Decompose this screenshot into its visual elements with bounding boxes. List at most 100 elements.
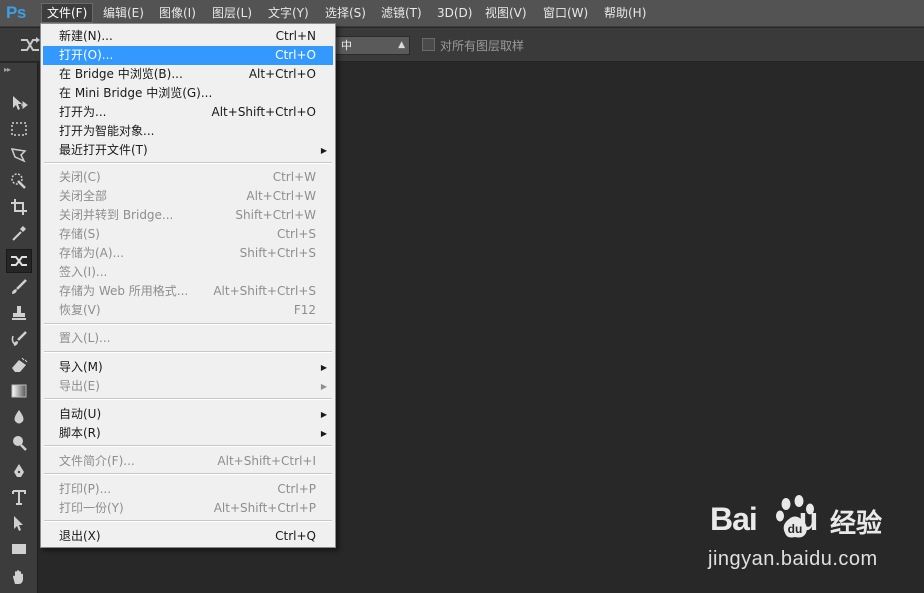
menu-image[interactable]: 图像(I)	[154, 3, 201, 23]
menu-item-open-as[interactable]: 打开为... Alt+Shift+Ctrl+O	[43, 103, 333, 122]
menu-item-new[interactable]: 新建(N)... Ctrl+N	[43, 27, 333, 46]
menu-item-open-smart-object[interactable]: 打开为智能对象...	[43, 122, 333, 141]
type-tool[interactable]	[6, 485, 32, 509]
menu-item-save-as[interactable]: 存储为(A)... Shift+Ctrl+S	[43, 244, 333, 263]
dodge-tool[interactable]	[6, 431, 32, 455]
menu-item-label: 签入(I)...	[59, 265, 108, 279]
menu-item-label: 关闭(C)	[59, 170, 101, 184]
menu-item-save-for-web[interactable]: 存储为 Web 所用格式... Alt+Shift+Ctrl+S	[43, 282, 333, 301]
menu-item-import[interactable]: 导入(M) ▶	[43, 358, 333, 377]
hand-tool[interactable]	[6, 565, 32, 589]
menu-item-shortcut: Alt+Ctrl+W	[246, 189, 316, 203]
marquee-tool[interactable]	[6, 117, 32, 141]
menu-edit[interactable]: 编辑(E)	[98, 3, 149, 23]
menu-view[interactable]: 视图(V)	[480, 3, 532, 23]
menu-separator	[44, 398, 332, 400]
menu-item-scripts[interactable]: 脚本(R) ▶	[43, 424, 333, 443]
menu-item-shortcut: Ctrl+O	[275, 48, 316, 62]
eyedropper-tool[interactable]	[6, 221, 32, 245]
menu-item-close-all[interactable]: 关闭全部 Alt+Ctrl+W	[43, 187, 333, 206]
pen-tool[interactable]	[6, 459, 32, 483]
menu-item-label: 打印(P)...	[59, 482, 112, 496]
panel-collapse-icon[interactable]: ▸▸	[4, 65, 11, 74]
menu-item-label: 置入(L)...	[59, 331, 111, 345]
menu-item-check-in[interactable]: 签入(I)...	[43, 263, 333, 282]
menu-item-shortcut: Alt+Shift+Ctrl+P	[213, 501, 316, 515]
menu-filter[interactable]: 滤镜(T)	[376, 3, 427, 23]
sample-all-layers-label: 对所有图层取样	[440, 39, 525, 53]
submenu-arrow-icon: ▶	[320, 363, 327, 372]
watermark-brand-left: Bai	[710, 501, 758, 537]
crop-tool[interactable]	[6, 195, 32, 219]
menu-select[interactable]: 选择(S)	[320, 3, 371, 23]
hand-icon	[13, 570, 23, 584]
menu-item-revert[interactable]: 恢复(V) F12	[43, 301, 333, 320]
path-selection-tool[interactable]	[6, 511, 32, 535]
sample-all-layers-checkbox[interactable]	[422, 38, 435, 51]
menu-item-label: 自动(U)	[59, 407, 102, 421]
lasso-tool[interactable]	[6, 143, 32, 167]
menu-item-close[interactable]: 关闭(C) Ctrl+W	[43, 168, 333, 187]
menu-item-shortcut: Ctrl+P	[277, 482, 316, 496]
eraser-tool[interactable]	[6, 353, 32, 377]
menu-item-shortcut: Alt+Shift+Ctrl+S	[213, 284, 316, 298]
mode-select[interactable]: 中 ▲	[334, 36, 410, 55]
shape-tool[interactable]	[6, 537, 32, 561]
menu-item-label: 关闭并转到 Bridge...	[59, 208, 174, 222]
brush-tool[interactable]	[6, 275, 32, 299]
menu-item-automate[interactable]: 自动(U) ▶	[43, 405, 333, 424]
menu-item-label: 打开为...	[59, 105, 107, 119]
quick-selection-tool[interactable]	[6, 169, 32, 193]
eyedropper-icon	[12, 226, 26, 241]
menu-item-open-recent[interactable]: 最近打开文件(T) ▶	[43, 141, 333, 160]
quick-selection-icon	[11, 173, 26, 189]
clone-stamp-tool[interactable]	[6, 301, 32, 325]
move-tool[interactable]	[6, 91, 32, 115]
menu-item-label: 脚本(R)	[59, 426, 101, 440]
menu-item-shortcut: Ctrl+N	[275, 29, 316, 43]
menu-window[interactable]: 窗口(W)	[538, 3, 593, 23]
type-icon	[12, 490, 26, 505]
menu-separator	[44, 520, 332, 522]
menu-separator	[44, 323, 332, 325]
menu-file[interactable]: 文件(F)	[41, 3, 94, 23]
menu-item-print[interactable]: 打印(P)... Ctrl+P	[43, 480, 333, 499]
menu-item-shortcut: Alt+Ctrl+O	[248, 67, 316, 81]
menu-3d[interactable]: 3D(D)	[432, 3, 477, 23]
crop-icon	[11, 199, 27, 215]
blur-tool[interactable]	[6, 405, 32, 429]
menu-layer[interactable]: 图层(L)	[207, 3, 257, 23]
clone-stamp-icon	[12, 306, 26, 320]
menu-item-browse-bridge[interactable]: 在 Bridge 中浏览(B)... Alt+Ctrl+O	[43, 65, 333, 84]
submenu-arrow-icon: ▶	[320, 410, 327, 419]
menu-item-label: 在 Mini Bridge 中浏览(G)...	[59, 86, 213, 100]
gradient-tool[interactable]	[6, 379, 32, 403]
photoshop-logo: Ps	[6, 3, 26, 22]
menu-type[interactable]: 文字(Y)	[263, 3, 314, 23]
menu-help[interactable]: 帮助(H)	[599, 3, 651, 23]
menu-item-shortcut: Ctrl+S	[276, 227, 316, 241]
blur-drop-icon	[14, 410, 24, 424]
eraser-icon	[12, 357, 28, 372]
history-brush-tool[interactable]	[6, 327, 32, 351]
menu-item-shortcut: F12	[293, 303, 316, 317]
menu-item-place[interactable]: 置入(L)...	[43, 329, 333, 348]
svg-text:du: du	[788, 522, 803, 536]
menu-item-label: 导入(M)	[59, 360, 103, 374]
menu-item-export[interactable]: 导出(E) ▶	[43, 377, 333, 396]
menu-item-close-go-bridge[interactable]: 关闭并转到 Bridge... Shift+Ctrl+W	[43, 206, 333, 225]
menu-item-browse-mini-bridge[interactable]: 在 Mini Bridge 中浏览(G)...	[43, 84, 333, 103]
menu-separator	[44, 162, 332, 164]
menu-item-shortcut: Ctrl+W	[272, 170, 316, 184]
history-brush-icon	[11, 331, 27, 346]
menu-item-shortcut: Alt+Shift+Ctrl+I	[217, 454, 316, 468]
menu-item-file-info[interactable]: 文件简介(F)... Alt+Shift+Ctrl+I	[43, 452, 333, 471]
menu-item-open[interactable]: 打开(O)... Ctrl+O	[43, 46, 333, 65]
content-aware-move-tool[interactable]	[6, 249, 32, 273]
submenu-arrow-icon: ▶	[320, 429, 327, 438]
menu-item-print-one-copy[interactable]: 打印一份(Y) Alt+Shift+Ctrl+P	[43, 499, 333, 518]
menu-item-exit[interactable]: 退出(X) Ctrl+Q	[43, 527, 333, 546]
content-aware-move-icon[interactable]	[19, 36, 41, 54]
menu-item-save[interactable]: 存储(S) Ctrl+S	[43, 225, 333, 244]
menu-item-shortcut: Shift+Ctrl+W	[235, 208, 316, 222]
